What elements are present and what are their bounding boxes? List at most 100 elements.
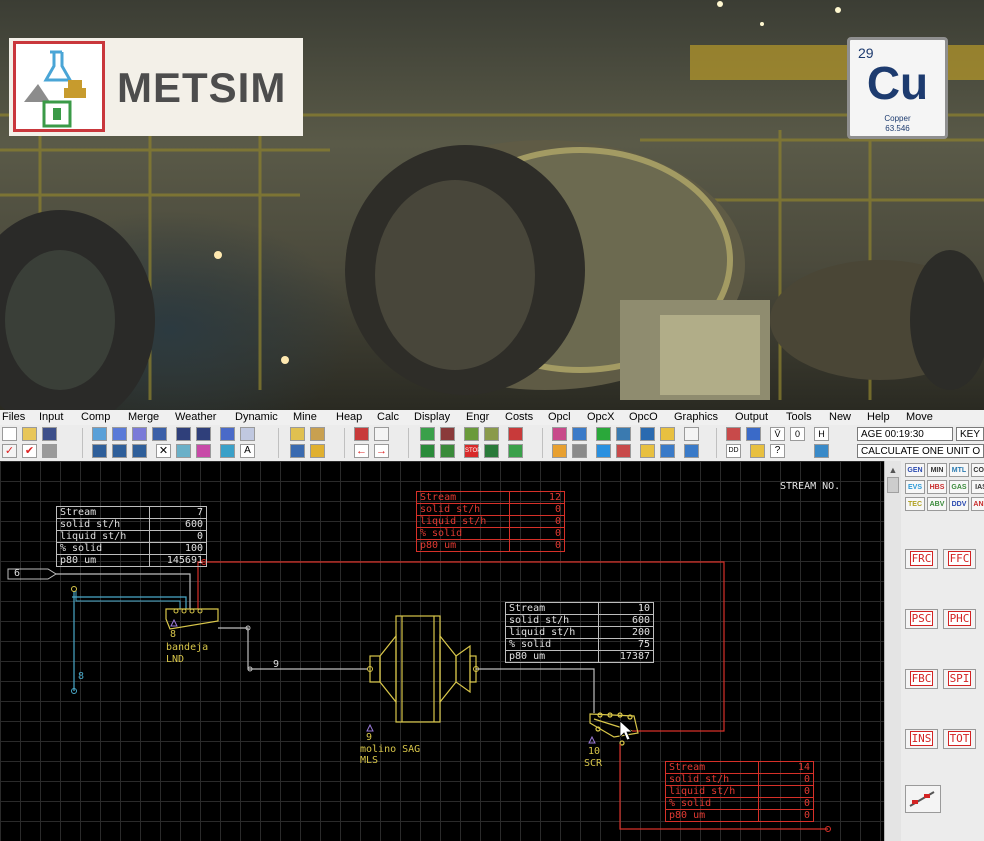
key-field[interactable]: KEY — [956, 427, 984, 441]
stream-water-branch[interactable] — [75, 591, 181, 609]
palette-evs[interactable]: EVS — [905, 480, 925, 494]
menu-new[interactable]: New — [829, 410, 851, 425]
import-icon[interactable] — [684, 444, 699, 458]
unit-ins-button[interactable]: INS — [905, 729, 938, 749]
distribution-icon[interactable] — [310, 427, 325, 441]
sequence-icon[interactable] — [464, 427, 479, 441]
unit-tot-button[interactable]: TOT — [943, 729, 976, 749]
unit-picker-button[interactable] — [905, 785, 941, 813]
stream-table-12[interactable]: Stream 12 solid st/h 0 liquid st/h 0 % soli… — [416, 491, 565, 552]
stream-water-line[interactable] — [72, 596, 187, 609]
unit-psc-button[interactable]: PSC — [905, 609, 938, 629]
palette-gas[interactable]: GAS — [949, 480, 969, 494]
palette-gen[interactable]: GEN — [905, 463, 925, 477]
stream-10-line[interactable] — [476, 668, 595, 713]
menu-merge[interactable]: Merge — [128, 410, 159, 425]
palette-abv[interactable]: ABV — [927, 497, 947, 511]
grid-icon[interactable] — [152, 427, 167, 441]
palette-min[interactable]: MIN — [927, 463, 947, 477]
draw-unit-icon[interactable] — [92, 427, 107, 441]
menu-move[interactable]: Move — [906, 410, 933, 425]
menu-comp[interactable]: Comp — [81, 410, 110, 425]
go-icon[interactable] — [508, 444, 523, 458]
connect-icon[interactable] — [132, 427, 147, 441]
zoom-icon[interactable] — [240, 427, 255, 441]
unit-bb1-icon[interactable] — [92, 444, 107, 458]
stream-8-node[interactable] — [71, 586, 77, 592]
zero-icon[interactable]: 0 — [790, 427, 805, 441]
menu-weather[interactable]: Weather — [175, 410, 216, 425]
arrow-right-icon[interactable]: → — [374, 444, 389, 458]
scroll-up-icon[interactable]: ▲ — [886, 463, 900, 477]
txt-icon[interactable] — [684, 427, 699, 441]
palette-ann[interactable]: ANN — [971, 497, 984, 511]
palette-cos[interactable]: COS — [971, 463, 984, 477]
panel-icon[interactable] — [596, 444, 611, 458]
menu-input[interactable]: Input — [39, 410, 63, 425]
calc-all-icon[interactable] — [440, 427, 455, 441]
menu-tools[interactable]: Tools — [786, 410, 812, 425]
trend-icon[interactable] — [508, 427, 523, 441]
menu-costs[interactable]: Costs — [505, 410, 533, 425]
home-icon[interactable] — [354, 427, 369, 441]
hbar-icon[interactable]: H — [814, 427, 829, 441]
canvas-scrollbar[interactable]: ▲ — [884, 461, 901, 841]
graph-icon[interactable] — [616, 444, 631, 458]
pile-icon[interactable] — [484, 427, 499, 441]
globe-icon[interactable] — [814, 444, 829, 458]
step-icon[interactable] — [420, 444, 435, 458]
unit-spi-button[interactable]: SPI — [943, 669, 976, 689]
unit-frc-button[interactable]: FRC — [905, 549, 938, 569]
pin-icon[interactable] — [726, 427, 741, 441]
copy-unit-icon[interactable] — [176, 444, 191, 458]
flow-icon[interactable] — [572, 427, 587, 441]
print-icon[interactable] — [42, 444, 57, 458]
alarm-icon[interactable] — [660, 427, 675, 441]
monitor-icon[interactable] — [640, 427, 655, 441]
stream-table-14[interactable]: Stream 14 solid st/h 0 liquid st/h 0 % soli… — [665, 761, 814, 822]
run-icon[interactable]: ✔ — [22, 444, 37, 458]
menu-engr[interactable]: Engr — [466, 410, 489, 425]
menu-heap[interactable]: Heap — [336, 410, 362, 425]
palette-hbs[interactable]: HBS — [927, 480, 947, 494]
menu-mine[interactable]: Mine — [293, 410, 317, 425]
stream-table-7[interactable]: Stream 7 solid st/h 600 liquid st/h 0 % sol… — [56, 506, 207, 567]
arrow-tool-icon[interactable] — [196, 427, 211, 441]
check-icon[interactable]: ✓ — [2, 444, 17, 458]
cross-check-icon[interactable] — [746, 427, 761, 441]
menu-dynamic[interactable]: Dynamic — [235, 410, 278, 425]
menu-opco[interactable]: OpcO — [629, 410, 658, 425]
menu-files[interactable]: Files — [2, 410, 25, 425]
palette-ddv[interactable]: DDV — [949, 497, 969, 511]
help-icon[interactable]: ? — [770, 444, 785, 458]
lock-icon[interactable] — [750, 444, 765, 458]
delete-icon[interactable]: ✕ — [156, 444, 171, 458]
unit-ffc-button[interactable]: FFC — [943, 549, 976, 569]
screen-unit-shape[interactable] — [589, 712, 639, 746]
palette-ias[interactable]: IAS — [971, 480, 984, 494]
calculation-mode-select[interactable]: CALCULATE ONE UNIT O — [857, 444, 984, 458]
save-icon[interactable] — [42, 427, 57, 441]
unit-bb3-icon[interactable] — [132, 444, 147, 458]
grid-view-icon[interactable] — [572, 444, 587, 458]
component-icon[interactable] — [290, 427, 305, 441]
unit-fbc-button[interactable]: FBC — [905, 669, 938, 689]
unit-phc-button[interactable]: PHC — [943, 609, 976, 629]
scroll-thumb[interactable] — [887, 477, 899, 493]
table-icon[interactable] — [290, 444, 305, 458]
stream-9-line[interactable] — [218, 627, 368, 670]
move-unit-icon[interactable] — [196, 444, 211, 458]
palette-mtl[interactable]: MTL — [949, 463, 969, 477]
unit-bb2-icon[interactable] — [112, 444, 127, 458]
line-tool-icon[interactable] — [176, 427, 191, 441]
report-icon[interactable] — [310, 444, 325, 458]
menu-help[interactable]: Help — [867, 410, 890, 425]
balance-icon[interactable] — [440, 444, 455, 458]
chem-icon[interactable] — [552, 427, 567, 441]
new-file-icon[interactable] — [2, 427, 17, 441]
menu-calc[interactable]: Calc — [377, 410, 399, 425]
stream-table-10[interactable]: Stream 10 solid st/h 600 liquid st/h 200 % … — [505, 602, 654, 663]
chart-icon[interactable] — [596, 427, 611, 441]
draw-stream-icon[interactable] — [112, 427, 127, 441]
dd-icon[interactable]: DD — [726, 444, 741, 458]
